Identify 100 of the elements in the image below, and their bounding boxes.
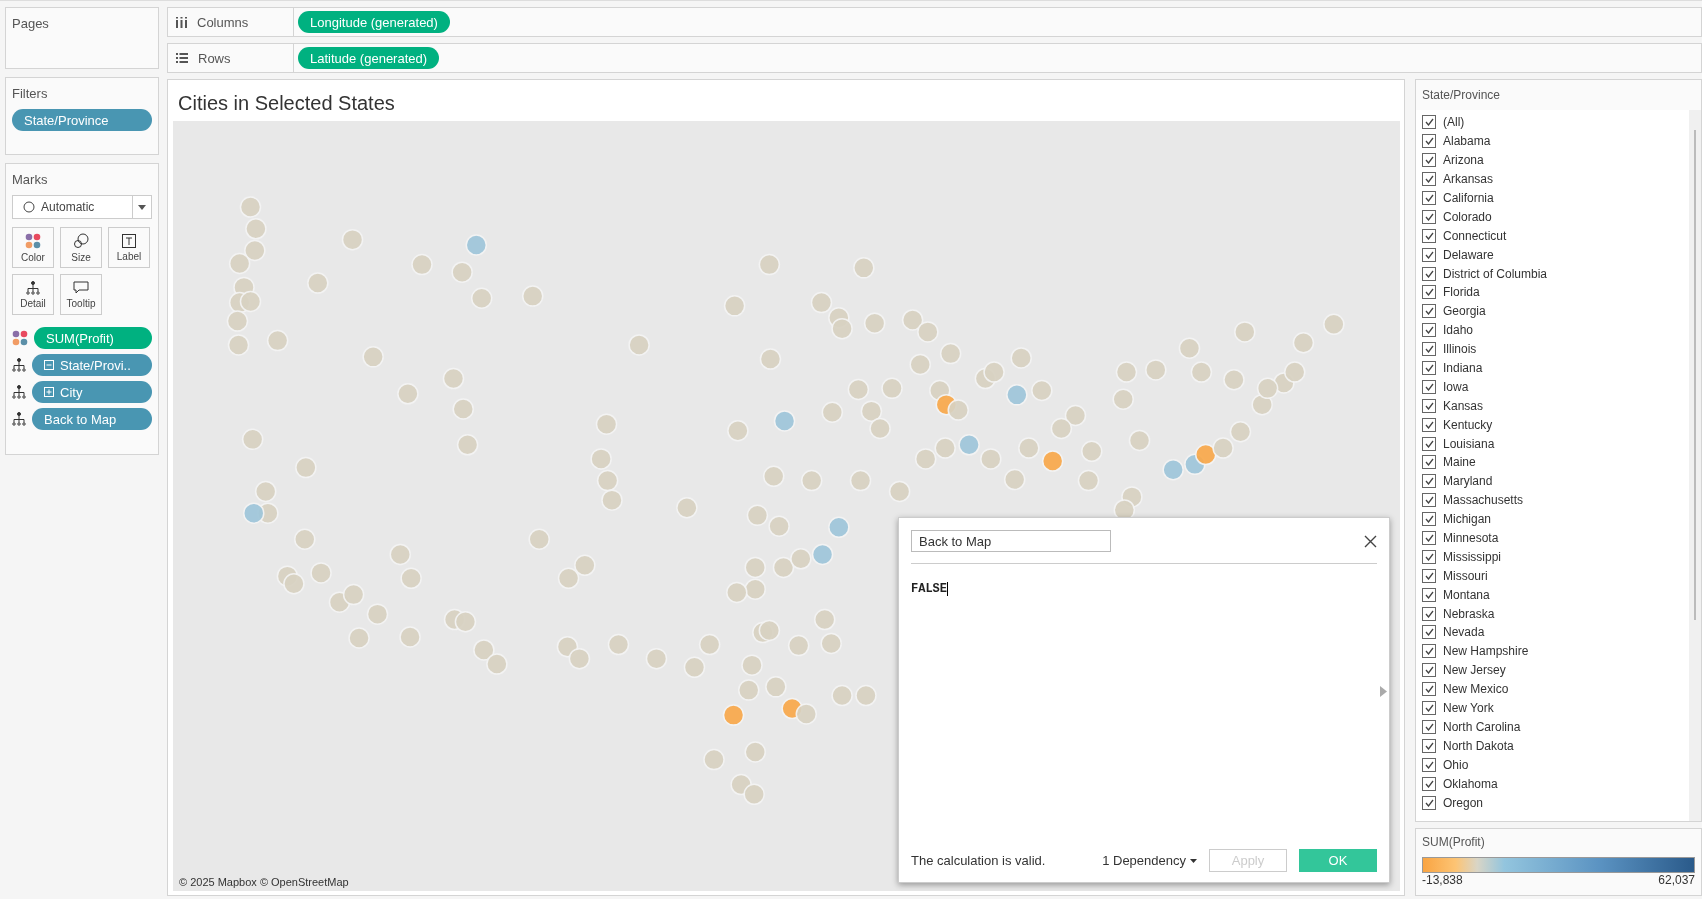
mark-type-dropdown[interactable]: Automatic [12,195,152,219]
checkbox[interactable] [1422,606,1436,621]
checkbox[interactable] [1422,342,1436,357]
filter-item[interactable]: New Mexico [1422,679,1683,699]
filter-item[interactable]: Nebraska [1422,604,1683,624]
checkbox[interactable] [1422,266,1436,281]
filter-item[interactable]: Colorado [1422,207,1683,227]
checkbox[interactable] [1422,228,1436,243]
filter-item[interactable]: Alabama [1422,131,1683,151]
checkbox[interactable] [1422,417,1436,432]
filter-item[interactable]: Montana [1422,585,1683,605]
marks-property-button[interactable]: Color [12,227,54,268]
filter-item[interactable]: (All) [1422,113,1683,132]
circle-icon [23,201,35,213]
filter-item[interactable]: New Hampshire [1422,641,1683,661]
filter-item[interactable]: District of Columbia [1422,264,1683,283]
filter-item[interactable]: Minnesota [1422,528,1683,548]
checkbox[interactable] [1422,568,1436,583]
checkbox[interactable] [1422,663,1436,678]
legend-min-label: -13,838 [1422,873,1463,887]
checkbox[interactable] [1422,625,1436,640]
checkbox[interactable] [1422,795,1436,810]
filter-item[interactable]: Idaho [1422,320,1683,340]
checkbox[interactable] [1422,549,1436,564]
checkbox[interactable] [1422,436,1436,451]
filter-item[interactable]: Oregon [1422,793,1683,812]
checkbox[interactable] [1422,134,1436,149]
marks-property-button[interactable]: Size [60,227,102,268]
checkbox[interactable] [1422,757,1436,772]
size-circles-icon [73,232,89,249]
dependency-dropdown[interactable]: 1 Dependency [1102,853,1197,868]
filter-item[interactable]: Florida [1422,283,1683,302]
filter-item[interactable]: North Dakota [1422,736,1683,756]
filter-item[interactable]: Illinois [1422,339,1683,359]
filter-item[interactable]: Georgia [1422,301,1683,321]
marks-property-button[interactable]: Label [108,227,150,268]
checkbox[interactable] [1422,644,1436,659]
filter-item[interactable]: Kentucky [1422,415,1683,435]
filter-item[interactable]: Maryland [1422,471,1683,491]
checkbox[interactable] [1422,455,1436,470]
marks-property-button[interactable]: Tooltip [60,274,102,315]
filter-item[interactable]: North Carolina [1422,717,1683,737]
checkbox[interactable] [1422,209,1436,224]
map-attribution: © 2025 Mapbox © OpenStreetMap [179,876,349,888]
filter-item[interactable]: Kansas [1422,396,1683,416]
checkbox[interactable] [1422,285,1436,300]
checkbox[interactable] [1422,304,1436,319]
filter-item[interactable]: Michigan [1422,509,1683,529]
checkbox[interactable] [1422,398,1436,413]
checkbox[interactable] [1422,474,1436,489]
hierarchy-icon [26,280,40,295]
hierarchy-icon [12,412,26,426]
close-icon[interactable] [1364,534,1377,548]
filter-item[interactable]: Maine [1422,453,1683,472]
checkbox[interactable] [1422,512,1436,527]
legend-title: SUM(Profit) [1422,835,1486,849]
checkbox[interactable] [1422,531,1436,546]
checkbox[interactable] [1422,379,1436,394]
color-dots-icon [25,232,41,249]
checkbox[interactable] [1422,115,1436,130]
checkbox[interactable] [1422,153,1436,168]
checkbox[interactable] [1422,587,1436,602]
filter-item[interactable]: Arkansas [1422,169,1683,189]
filter-item[interactable]: Delaware [1422,245,1683,265]
legend-max-label: 62,037 [1658,873,1695,887]
checkbox[interactable] [1422,361,1436,375]
filter-item[interactable]: Mississippi [1422,547,1683,567]
filter-item[interactable]: Massachusetts [1422,490,1683,510]
checkbox[interactable] [1422,738,1436,753]
checkbox[interactable] [1422,682,1436,697]
filter-item[interactable]: Iowa [1422,377,1683,397]
marks-property-button[interactable]: Detail [12,274,54,315]
filter-item[interactable]: New York [1422,698,1683,718]
plus-box-icon[interactable] [44,387,54,397]
checkbox[interactable] [1422,323,1436,338]
calculation-name-field[interactable]: Back to Map [911,530,1111,552]
filter-item[interactable]: Connecticut [1422,226,1683,246]
checkbox[interactable] [1422,172,1436,187]
filter-item[interactable]: Arizona [1422,150,1683,170]
speech-bubble-icon [73,280,89,295]
filter-item[interactable]: Louisiana [1422,434,1683,454]
filter-item[interactable]: Missouri [1422,566,1683,586]
formula-editor[interactable]: FALSE [911,564,1377,849]
filter-item[interactable]: California [1422,188,1683,208]
checkbox[interactable] [1422,776,1436,791]
checkbox[interactable] [1422,247,1436,262]
checkbox[interactable] [1422,719,1436,734]
columns-icon [176,16,187,28]
checkbox[interactable] [1422,493,1436,508]
filter-item[interactable]: Ohio [1422,755,1683,775]
filter-item[interactable]: Oklahoma [1422,774,1683,794]
filter-item[interactable]: Indiana [1422,358,1683,378]
filter-item[interactable]: Nevada [1422,623,1683,642]
checkbox[interactable] [1422,191,1436,205]
minus-box-icon[interactable] [44,360,54,370]
filter-item[interactable]: New Jersey [1422,660,1683,680]
checkbox[interactable] [1422,701,1436,716]
caret-icon [138,204,146,210]
view-title: Cities in Selected States [177,91,396,116]
hierarchy-icon [12,385,26,399]
